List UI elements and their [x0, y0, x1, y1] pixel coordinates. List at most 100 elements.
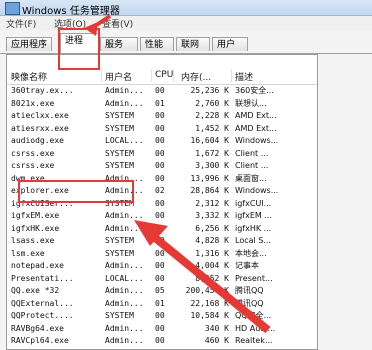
column-separator[interactable] — [173, 69, 174, 82]
process-memory: 1,452 K — [195, 123, 229, 133]
process-user-name: Admin... — [105, 261, 144, 270]
process-memory: 200,456 K — [185, 286, 229, 295]
process-cpu: 00 — [155, 123, 165, 133]
process-user-name: SYSTEM — [105, 148, 134, 158]
process-memory: 25,236 K — [190, 86, 229, 95]
process-cpu: 00 — [155, 198, 165, 208]
process-image-name: Presentati... — [11, 273, 74, 283]
process-memory: 3,332 K — [195, 211, 229, 220]
column-image-name[interactable]: 映像名称 — [11, 70, 47, 83]
process-user-name: Admin... — [105, 323, 144, 333]
column-cpu[interactable]: CPU — [155, 70, 173, 80]
process-description: 腾讯QQ — [235, 286, 264, 295]
process-image-name: RAVBg64.exe — [11, 323, 64, 333]
table-row[interactable]: notepad.exe Admin... 00 4,004 K 记事本 — [7, 260, 317, 272]
table-row[interactable]: QQ.exe *32 Admin... 05 200,456 K 腾讯QQ — [7, 285, 317, 297]
process-cpu: 00 — [155, 323, 165, 333]
process-image-name: RAVCpl64.exe — [11, 336, 69, 345]
column-memory[interactable]: 内存(... — [181, 70, 211, 83]
process-memory: 4,004 K — [195, 261, 229, 270]
table-row[interactable]: RAVCpl64.exe Admin... 00 460 K Realtek... — [7, 335, 317, 347]
column-separator[interactable] — [101, 69, 102, 82]
process-description: AMD Ext... — [235, 123, 277, 133]
table-row[interactable]: lsm.exe SYSTEM 00 1,316 K 本地会... — [7, 248, 317, 260]
highlight-explorer-row — [18, 180, 134, 203]
process-user-name: SYSTEM — [105, 311, 134, 320]
table-row[interactable]: QQExternal... Admin... 01 22,168 K 腾讯QQ — [7, 298, 317, 310]
highlight-processes-tab — [58, 28, 100, 70]
tab-networking[interactable]: 联网 — [176, 37, 210, 51]
tab-users[interactable]: 用户 — [212, 37, 248, 51]
table-row[interactable]: audiodg.exe LOCAL... 00 16,604 K Windows... — [7, 135, 317, 147]
process-memory: 22,168 K — [190, 298, 229, 308]
process-cpu: 00 — [155, 248, 165, 258]
process-description: QQ安全... — [235, 311, 272, 320]
menu-view[interactable]: 查看(V) — [102, 17, 133, 30]
table-row[interactable]: lsass.exe SYSTEM 00 4,828 K Local S... — [7, 235, 317, 247]
process-description: Client ... — [235, 161, 269, 170]
menu-file[interactable]: 文件(F) — [6, 17, 36, 30]
process-memory: 6,256 K — [195, 223, 229, 233]
process-user-name: SYSTEM — [105, 161, 134, 170]
process-image-name: QQProtect.... — [11, 311, 74, 320]
process-cpu: 00 — [155, 161, 165, 170]
process-cpu: 00 — [155, 273, 165, 283]
tab-services[interactable]: 服务 — [100, 37, 138, 51]
process-image-name: igfxEM.exe — [11, 211, 60, 220]
process-description: Realtek... — [235, 336, 273, 345]
column-description[interactable]: 描述 — [235, 70, 253, 83]
process-user-name: SYSTEM — [105, 236, 134, 245]
task-manager-icon — [5, 2, 20, 15]
process-description: 桌面窗... — [235, 173, 267, 183]
process-memory: 28,864 K — [190, 186, 229, 195]
tab-performance[interactable]: 性能 — [140, 37, 174, 51]
process-description: Present... — [235, 273, 273, 283]
column-separator[interactable] — [231, 69, 232, 82]
process-description: 腾讯QQ — [235, 298, 264, 308]
process-cpu: 00 — [155, 111, 165, 120]
process-image-name: notepad.exe — [11, 261, 64, 270]
process-image-name: audiodg.exe — [11, 136, 64, 145]
process-user-name: SYSTEM — [105, 111, 134, 120]
table-row[interactable]: atiesrxx.exe SYSTEM 00 1,452 K AMD Ext... — [7, 123, 317, 135]
table-row[interactable]: 360tray.ex... Admin... 00 25,236 K 360安全... — [7, 85, 317, 97]
process-user-name: Admin... — [105, 336, 144, 345]
process-description: Windows... — [235, 186, 279, 195]
process-description: igfxEM ... — [235, 211, 272, 220]
process-cpu: 02 — [155, 186, 165, 195]
process-memory: 1,672 K — [195, 148, 229, 158]
tab-applications[interactable]: 应用程序 — [6, 37, 53, 51]
process-image-name: QQExternal... — [11, 298, 74, 308]
table-row[interactable]: Presentati... LOCAL... 00 8,252 K Present... — [7, 273, 317, 285]
table-row[interactable]: QQProtect.... SYSTEM 00 10,584 K QQ安全... — [7, 310, 317, 322]
table-row[interactable]: 8021x.exe Admin... 01 2,760 K 联想认... — [7, 98, 317, 110]
process-cpu: 00 — [155, 336, 165, 345]
process-memory: 8,252 K — [195, 273, 229, 283]
table-row[interactable]: igfxHK.exe Admin... 00 6,256 K igfxHK ... — [7, 223, 317, 235]
table-row[interactable]: igfxEM.exe Admin... 00 3,332 K igfxEM ... — [7, 210, 317, 222]
process-image-name: csrss.exe — [11, 161, 55, 170]
column-separator[interactable] — [151, 69, 152, 82]
window-background — [318, 54, 372, 350]
process-image-name: atieclxx.exe — [11, 111, 69, 120]
process-memory: 2,228 K — [195, 111, 229, 120]
table-row[interactable]: csrss.exe SYSTEM 00 1,672 K Client ... — [7, 148, 317, 160]
process-image-name: lsass.exe — [11, 236, 55, 245]
process-memory: 340 K — [204, 323, 229, 333]
process-description: HD Audi... — [235, 323, 276, 333]
process-image-name: 360tray.ex... — [11, 86, 74, 95]
process-image-name: QQ.exe *32 — [11, 286, 60, 295]
process-cpu: 00 — [155, 311, 165, 320]
table-row[interactable]: csrss.exe SYSTEM 00 3,300 K Client ... — [7, 160, 317, 172]
menu-bar: 文件(F) 选项(O) 查看(V) — [0, 16, 372, 30]
process-memory: 2,760 K — [195, 98, 229, 108]
process-user-name: Admin... — [105, 86, 144, 95]
process-cpu: 00 — [155, 173, 165, 183]
process-cpu: 01 — [155, 298, 165, 308]
column-user-name[interactable]: 用户名 — [105, 70, 132, 83]
process-user-name: SYSTEM — [105, 248, 134, 258]
process-cpu: 00 — [155, 86, 165, 95]
process-memory: 13,996 K — [190, 173, 229, 183]
table-row[interactable]: atieclxx.exe SYSTEM 00 2,228 K AMD Ext... — [7, 110, 317, 122]
table-row[interactable]: RAVBg64.exe Admin... 00 340 K HD Audi... — [7, 323, 317, 335]
